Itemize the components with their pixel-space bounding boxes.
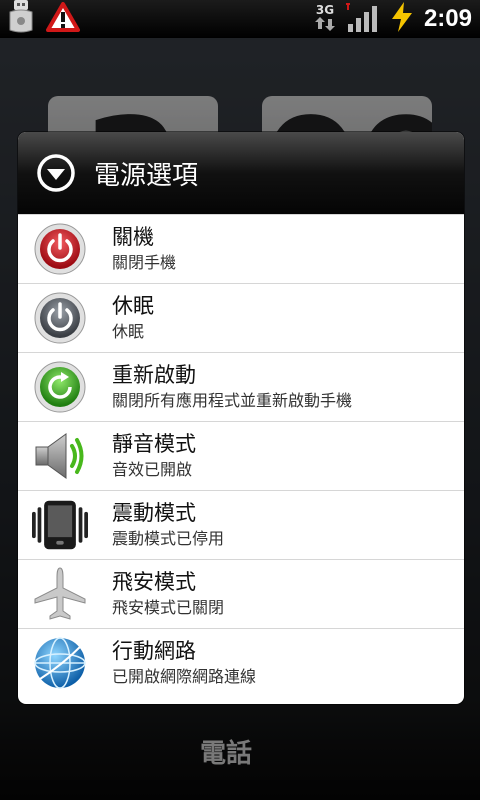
airplane-icon <box>32 566 88 622</box>
dialog-header: 電源選項 <box>18 132 464 214</box>
option-title: 休眠 <box>112 294 154 318</box>
option-subtitle: 震動模式已停用 <box>112 529 225 548</box>
restart-option[interactable]: 重新啟動 關閉所有應用程式並重新啟動手機 <box>18 352 464 421</box>
option-title: 關機 <box>112 225 154 249</box>
sleep-icon <box>32 290 88 346</box>
option-subtitle: 休眠 <box>112 322 145 341</box>
status-time: 2:09 <box>423 5 472 32</box>
power-off-option[interactable]: 關機 關閉手機 <box>18 214 464 283</box>
option-title: 飛安模式 <box>112 570 196 594</box>
power-options-dialog: 電源選項 關機 關閉手機 休眠 休眠 重新啟動 關閉所有應用程式並重新啟動手機 … <box>18 132 464 704</box>
option-subtitle: 飛安模式已關閉 <box>112 598 225 617</box>
status-bar: 3G 2:09 <box>0 0 480 38</box>
speaker-icon <box>32 428 88 484</box>
signal-icon <box>345 2 380 36</box>
warning-icon <box>46 2 80 36</box>
sleep-option[interactable]: 休眠 休眠 <box>18 283 464 352</box>
option-title: 震動模式 <box>112 501 196 525</box>
power-off-icon <box>32 221 88 277</box>
globe-icon <box>32 635 88 691</box>
option-title: 重新啟動 <box>112 363 196 387</box>
option-subtitle: 關閉所有應用程式並重新啟動手機 <box>112 391 353 410</box>
option-subtitle: 已開啟網際網路連線 <box>112 667 257 686</box>
silent-mode-option[interactable]: 靜音模式 音效已開啟 <box>18 421 464 490</box>
dialog-title: 電源選項 <box>94 160 199 191</box>
usb-icon <box>6 0 36 38</box>
airplane-mode-option[interactable]: 飛安模式 飛安模式已關閉 <box>18 559 464 628</box>
vibrate-icon <box>32 497 88 553</box>
vibrate-mode-option[interactable]: 震動模式 震動模式已停用 <box>18 490 464 559</box>
option-subtitle: 音效已開啟 <box>112 460 193 479</box>
battery-charging-icon <box>390 2 414 36</box>
option-title: 靜音模式 <box>112 432 196 456</box>
restart-icon <box>32 359 88 415</box>
3g-icon: 3G <box>314 4 336 35</box>
mobile-network-option[interactable]: 行動網路 已開啟網際網路連線 <box>18 628 464 697</box>
option-subtitle: 關閉手機 <box>112 253 177 272</box>
chevron-down-circle-icon <box>36 153 76 193</box>
option-title: 行動網路 <box>112 639 196 663</box>
